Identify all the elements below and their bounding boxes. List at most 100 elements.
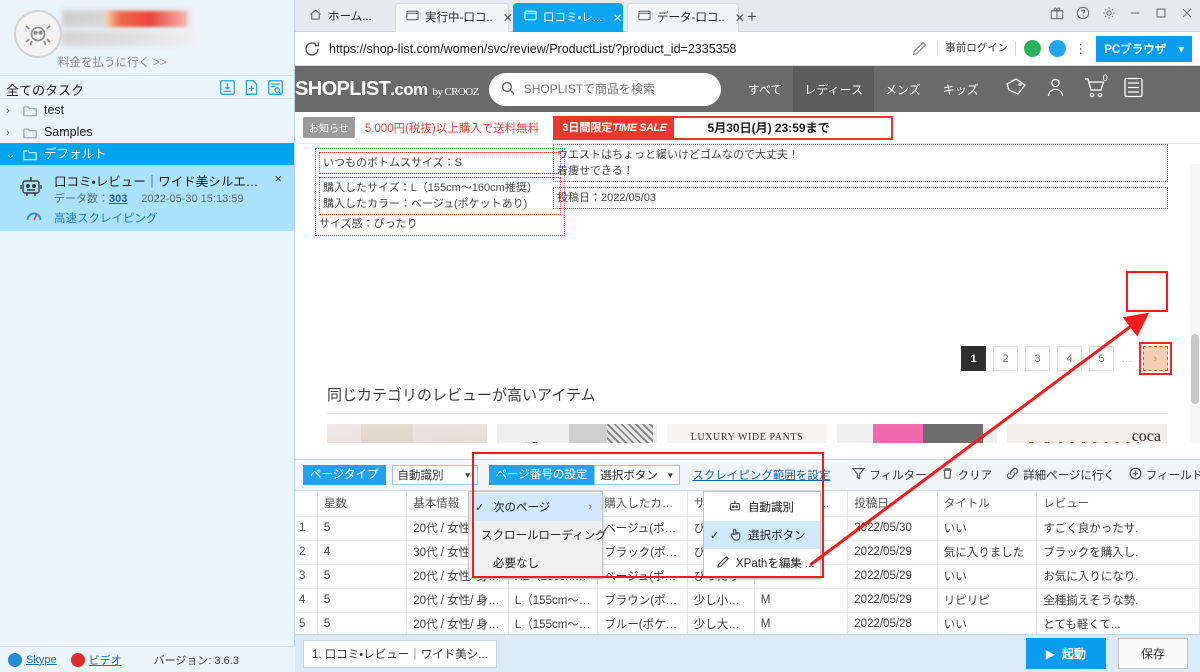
page-button-4[interactable]: 4 [1057, 346, 1082, 371]
table-cell[interactable]: 気に入りました [937, 540, 1038, 565]
task-card[interactable]: 口コミ・レビュー｜ワイド美シルエットブ... × データ数：303 2022-05… [0, 165, 294, 231]
reload-icon[interactable] [303, 40, 321, 58]
table-cell[interactable]: 5 [317, 588, 408, 613]
url-text[interactable]: https://shop-list.com/women/svc/review/P… [329, 42, 912, 56]
skype-link[interactable]: Skype [8, 652, 57, 667]
workflow-breadcrumb[interactable]: 1. 口コミ・レビュー｜ワイド美シ... [303, 639, 497, 668]
menu-item-scroll-loading[interactable]: スクロールローディング [469, 521, 607, 549]
product-thumbnail[interactable]: coca [1007, 424, 1167, 443]
edit-url-icon[interactable] [912, 41, 927, 56]
coupon-icon[interactable] [1004, 75, 1029, 103]
filter-button[interactable]: フィルター [852, 467, 927, 483]
tab-review-active[interactable]: 口コミ・レ... ✕ [513, 3, 623, 32]
page-type-dropdown-menu[interactable]: ✓ 次のページ › スクロールローディング 必要なし [468, 491, 607, 579]
table-header-cell[interactable]: 星数 [317, 491, 408, 517]
table-cell[interactable]: 20代 / 女性/ 身長... [406, 588, 509, 613]
table-cell[interactable]: ベージュ(ポケッ... [597, 564, 688, 589]
table-cell[interactable]: M [754, 612, 849, 634]
page-scrollbar[interactable] [1190, 164, 1200, 443]
status-green-icon[interactable] [1024, 40, 1042, 57]
next-page-button[interactable]: › [1143, 346, 1168, 371]
save-button[interactable]: 保存 [1117, 638, 1188, 669]
nav-mens[interactable]: メンズ [874, 66, 932, 113]
tab-data[interactable]: データ-口コ.. ✕ [627, 3, 745, 32]
site-search[interactable] [488, 72, 721, 106]
table-cell[interactable]: 2022/05/28 [847, 612, 938, 634]
tree-item-samples[interactable]: › Samples [0, 121, 294, 143]
search-task-icon[interactable] [267, 79, 284, 99]
table-cell[interactable]: いい [937, 516, 1038, 541]
page-type-select[interactable]: 自動識別 ▼ [391, 465, 478, 485]
table-cell[interactable]: リピリピ [937, 588, 1038, 613]
skype-label[interactable]: Skype [26, 654, 57, 666]
page-button-5[interactable]: 5 [1089, 346, 1114, 371]
gift-icon[interactable] [1050, 6, 1064, 20]
table-header-cell[interactable]: 投稿日 [847, 491, 938, 517]
billing-link[interactable]: 料金を払うに行く >> [58, 54, 167, 70]
pre-login-button[interactable]: 事前ログイン [937, 41, 1017, 56]
page-number-select[interactable]: 選択ボタン ▼ [594, 465, 681, 485]
table-cell[interactable]: 全種揃えそうな勢. [1036, 588, 1200, 613]
help-icon[interactable] [1076, 6, 1090, 20]
account-icon[interactable] [1043, 75, 1068, 103]
product-thumbnail[interactable]: Honeys [327, 424, 487, 443]
nav-all[interactable]: すべて [737, 66, 794, 113]
table-cell[interactable]: M [754, 588, 849, 613]
table-cell[interactable]: L（155cm～160c... [508, 612, 599, 634]
table-cell[interactable]: 20代 / 女性/ 身長... [406, 612, 509, 634]
table-cell[interactable]: 4 [317, 540, 408, 565]
table-cell[interactable]: 少し小さい [687, 588, 755, 613]
menu-item-none[interactable]: 必要なし [469, 549, 602, 577]
maximize-button[interactable] [1154, 6, 1168, 20]
close-icon[interactable]: ✕ [613, 4, 623, 33]
page-button-2[interactable]: 2 [993, 346, 1018, 371]
table-cell[interactable]: 少し大きい [687, 612, 755, 634]
submenu-item-edit-xpath[interactable]: XPathを編集 ... [704, 549, 820, 577]
import-task-icon[interactable] [219, 79, 236, 99]
chevron-down-icon[interactable]: ▼ [666, 471, 674, 480]
submenu-item-auto-detect[interactable]: 自動識別 [704, 493, 820, 521]
go-detail-page-button[interactable]: 詳細ページに行く [1006, 467, 1115, 483]
table-row[interactable]: 5 5 20代 / 女性/ 身長... L（155cm～160c... ブルー(… [295, 612, 1200, 634]
minimize-button[interactable] [1128, 6, 1142, 20]
tree-item-test[interactable]: › test [0, 99, 294, 121]
product-thumbnail[interactable]: COLOR [837, 424, 997, 443]
clear-button[interactable]: クリア [941, 467, 992, 483]
set-scrape-range-link[interactable]: スクレイピング範囲を設定 [692, 467, 830, 483]
more-menu-icon[interactable]: ⋮ [1074, 41, 1088, 57]
menu-icon[interactable] [1121, 75, 1146, 103]
search-input[interactable] [521, 81, 709, 97]
new-tab-button[interactable]: + [747, 7, 757, 27]
page-scrollbar-thumb[interactable] [1191, 334, 1199, 404]
page-button-1[interactable]: 1 [961, 346, 986, 371]
table-cell[interactable]: 5 [317, 564, 408, 589]
table-cell[interactable]: 5 [317, 612, 408, 634]
tab-running[interactable]: 実行中-口コ.. ✕ [395, 3, 513, 32]
table-cell[interactable]: 2022/05/29 [847, 540, 938, 565]
table-cell[interactable]: ブラック(ポケッ... [597, 540, 688, 565]
tab-home[interactable]: ホーム... [299, 3, 380, 32]
table-cell[interactable]: ベージュ(ポケッ... [597, 516, 688, 541]
browser-mode-button[interactable]: PCブラウザ ▾ [1096, 35, 1192, 62]
table-row[interactable]: 4 5 20代 / 女性/ 身長... L（155cm～160cm... ブラウ… [295, 588, 1200, 613]
nav-ladies[interactable]: レディース [793, 66, 874, 113]
submenu-item-select-button[interactable]: ✓ 選択ボタン [704, 521, 820, 549]
table-cell[interactable]: いい [937, 612, 1038, 634]
page-button-3[interactable]: 3 [1025, 346, 1050, 371]
product-thumbnail[interactable]: LUXURY WIDE PANTS [667, 424, 827, 443]
nav-kids[interactable]: キッズ [932, 66, 990, 113]
table-header-cell[interactable]: レビュー [1036, 491, 1200, 517]
next-page-submenu[interactable]: 自動識別 ✓ 選択ボタン XPathを編集 ... [703, 491, 821, 579]
table-cell[interactable]: ブラックを購入し. [1036, 540, 1200, 565]
cart-icon[interactable]: 0 [1082, 73, 1108, 103]
product-thumbnail[interactable] [497, 424, 657, 443]
tree-item-default[interactable]: ⌄ デフォルト [0, 143, 294, 165]
table-cell[interactable]: 5 [317, 516, 408, 541]
table-cell[interactable]: とても軽くて... [1036, 612, 1200, 634]
close-icon[interactable]: ✕ [735, 4, 745, 33]
chevron-down-icon[interactable]: ▼ [464, 471, 472, 480]
menu-item-next-page[interactable]: ✓ 次のページ › [469, 493, 602, 521]
gear-icon[interactable] [1102, 6, 1116, 20]
chevron-right-icon[interactable]: › [6, 122, 20, 144]
table-cell[interactable]: お気に入りになり. [1036, 564, 1200, 589]
